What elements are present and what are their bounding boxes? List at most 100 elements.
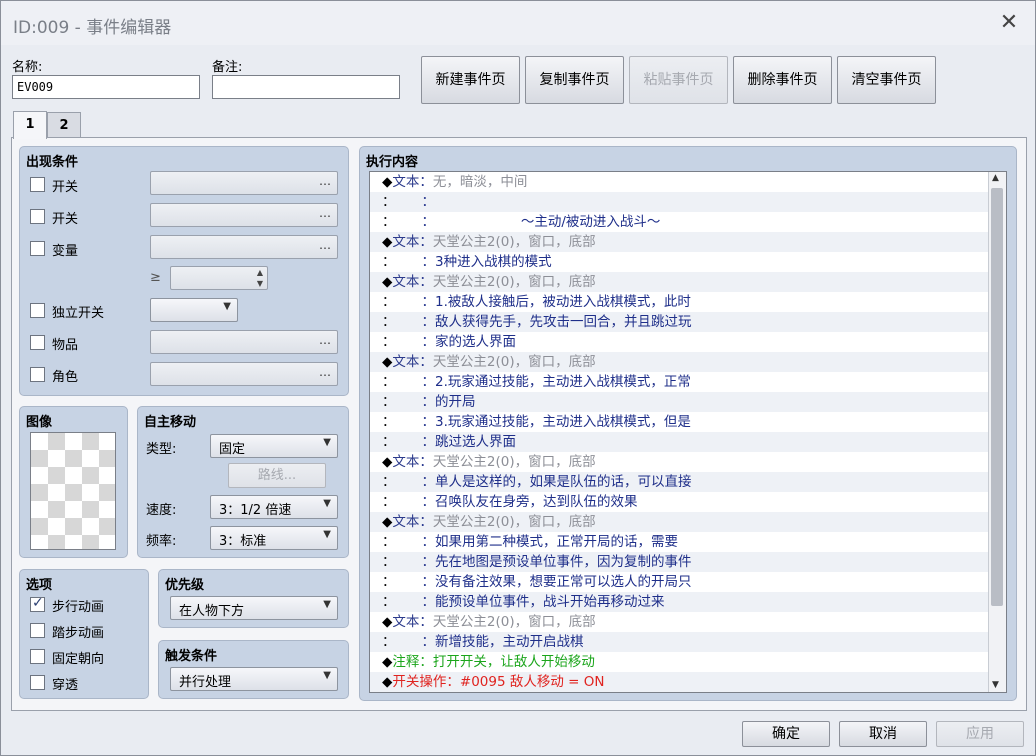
continuation-marker: ： <box>382 294 396 310</box>
tab-page-2[interactable]: 2 <box>47 112 81 138</box>
command-row[interactable]: ：：能预设单位事件，战斗开始再移动过来 <box>370 592 990 612</box>
copy-page-button[interactable]: 复制事件页 <box>525 56 624 104</box>
item-checkbox[interactable] <box>30 335 45 350</box>
command-text: 新增技能，主动开启战棋 <box>435 634 584 650</box>
command-row[interactable]: ：：先在地图是预设单位事件，因为复制的事件 <box>370 552 990 572</box>
apply-button[interactable]: 应用 <box>936 721 1024 747</box>
command-row[interactable]: ◆文本：天堂公主2(0)，窗口，底部 <box>370 452 990 472</box>
continuation-marker: ： <box>382 334 396 350</box>
route-button[interactable]: 路线... <box>228 463 326 488</box>
actor-selector[interactable]: … <box>150 362 338 386</box>
command-row[interactable]: ◆文本：天堂公主2(0)，窗口，底部 <box>370 232 990 252</box>
trigger-title: 触发条件 <box>165 649 218 664</box>
priority-combo[interactable]: 在人物下方 ▼ <box>170 596 338 620</box>
command-row[interactable]: ：：单人是这样的，如果是队伍的话，可以直接 <box>370 472 990 492</box>
command-row[interactable]: ◆文本：天堂公主2(0)，窗口，底部 <box>370 512 990 532</box>
scroll-up-icon[interactable]: ▲ <box>992 173 999 183</box>
command-separator: ： <box>419 234 433 250</box>
delete-page-button[interactable]: 删除事件页 <box>733 56 832 104</box>
command-row[interactable]: ：：3种进入战棋的模式 <box>370 252 990 272</box>
variable-selector[interactable]: … <box>150 235 338 259</box>
continuation-marker: ： <box>382 534 396 550</box>
command-row[interactable]: ：：家的选人界面 <box>370 332 990 352</box>
command-row[interactable]: ◆文本：天堂公主2(0)，窗口，底部 <box>370 272 990 292</box>
continuation-marker: ： <box>382 434 396 450</box>
command-row[interactable]: ：：召唤队友在身旁，达到队伍的效果 <box>370 492 990 512</box>
switch1-label: 开关 <box>52 180 79 195</box>
note-input[interactable] <box>212 75 400 99</box>
command-row[interactable]: ：：新增技能，主动开启战棋 <box>370 632 990 652</box>
speed-combo[interactable]: 3：1/2 倍速 ▼ <box>210 495 338 519</box>
tab-page-1[interactable]: 1 <box>13 111 47 139</box>
continuation-marker: ： <box>382 214 396 230</box>
command-separator: ： <box>421 414 436 430</box>
chevron-down-icon: ▼ <box>323 498 331 509</box>
command-row[interactable]: ：：1.被敌人接触后，被动进入战棋模式，此时 <box>370 292 990 312</box>
spin-down-icon[interactable]: ▼ <box>257 279 263 288</box>
command-row[interactable]: ：： <box>370 192 990 212</box>
item-selector[interactable]: … <box>150 330 338 354</box>
new-page-button[interactable]: 新建事件页 <box>421 56 520 104</box>
command-row[interactable]: ◆文本：无，暗淡，中间 <box>370 172 990 192</box>
command-row[interactable]: ：：的开局 <box>370 392 990 412</box>
switch1-checkbox[interactable] <box>30 177 45 192</box>
direction-fix-checkbox[interactable] <box>30 649 45 664</box>
command-name: 注释 <box>392 654 420 670</box>
name-input[interactable] <box>12 75 200 99</box>
command-separator: ： <box>421 214 436 230</box>
variable-checkbox[interactable] <box>30 241 45 256</box>
self-switch-combo[interactable]: ▼ <box>150 298 238 322</box>
close-icon[interactable]: ✕ <box>997 9 1021 37</box>
chevron-down-icon: ▼ <box>323 529 331 540</box>
switch1-selector[interactable]: … <box>150 171 338 195</box>
scrollbar-thumb[interactable] <box>991 188 1003 606</box>
vertical-scrollbar[interactable]: ▲ ▼ <box>988 172 1006 692</box>
move-type-combo[interactable]: 固定 ▼ <box>210 434 338 458</box>
walking-anim-checkbox[interactable] <box>30 595 45 612</box>
command-diamond-icon: ◆ <box>382 614 393 630</box>
options-title: 选项 <box>26 578 53 593</box>
command-separator: ： <box>421 434 436 450</box>
switch2-checkbox[interactable] <box>30 209 45 224</box>
switch2-selector[interactable]: … <box>150 203 338 227</box>
image-title: 图像 <box>26 415 53 430</box>
trigger-combo[interactable]: 并行处理 ▼ <box>170 667 338 691</box>
chevron-down-icon: ▼ <box>323 437 331 448</box>
variable-value-spinner[interactable]: ▲ ▼ <box>170 266 268 290</box>
command-row[interactable]: ：：3.玩家通过技能，主动进入战棋模式，但是 <box>370 412 990 432</box>
through-checkbox[interactable] <box>30 675 45 690</box>
scroll-down-icon[interactable]: ▼ <box>992 680 999 690</box>
title-bar: ID:009 - 事件编辑器 ✕ <box>1 1 1035 45</box>
event-graphic-preview[interactable] <box>30 432 116 550</box>
command-name: 文本 <box>392 614 420 630</box>
self-switch-checkbox[interactable] <box>30 303 45 318</box>
command-text: 2.玩家通过技能，主动进入战棋模式，正常 <box>435 374 691 390</box>
stepping-anim-checkbox[interactable] <box>30 623 45 638</box>
command-row[interactable]: ：：跳过选人界面 <box>370 432 990 452</box>
command-row[interactable]: ◆注释：打开开关，让敌人开始移动 <box>370 652 990 672</box>
ok-button[interactable]: 确定 <box>742 721 830 747</box>
cancel-button[interactable]: 取消 <box>839 721 927 747</box>
frequency-combo[interactable]: 3：标准 ▼ <box>210 526 338 550</box>
command-name: 文本 <box>392 354 420 370</box>
command-row[interactable]: ◆开关操作：#0095 敌人移动 = ON <box>370 672 990 692</box>
command-text: 没有备注效果，想要正常可以选人的开局只 <box>435 574 692 590</box>
clear-page-button[interactable]: 清空事件页 <box>837 56 936 104</box>
command-row[interactable]: ◆文本：天堂公主2(0)，窗口，底部 <box>370 352 990 372</box>
command-row[interactable]: ： ： ～主动/被动进入战斗～ <box>370 212 990 232</box>
actor-checkbox[interactable] <box>30 367 45 382</box>
command-text: 先在地图是预设单位事件，因为复制的事件 <box>435 554 692 570</box>
command-row[interactable]: ◆文本：天堂公主2(0)，窗口，底部 <box>370 612 990 632</box>
command-separator: ： <box>421 474 436 490</box>
paste-page-button[interactable]: 粘贴事件页 <box>629 56 728 104</box>
command-separator: ： <box>419 454 433 470</box>
spin-up-icon[interactable]: ▲ <box>257 268 263 277</box>
command-row[interactable]: ：：敌人获得先手，先攻击一回合，并且跳过玩 <box>370 312 990 332</box>
contents-title: 执行内容 <box>366 155 419 170</box>
conditions-title: 出现条件 <box>26 155 79 170</box>
command-row[interactable]: ：：如果用第二种模式，正常开局的话，需要 <box>370 532 990 552</box>
command-list[interactable]: ◆开关操作：#0095 敌人移动 = ON ◆注释：打开开关，让敌人开始移动：：新… <box>369 171 1007 693</box>
command-row[interactable]: ：：没有备注效果，想要正常可以选人的开局只 <box>370 572 990 592</box>
command-row[interactable]: ：：2.玩家通过技能，主动进入战棋模式，正常 <box>370 372 990 392</box>
command-separator: ： <box>421 194 436 210</box>
